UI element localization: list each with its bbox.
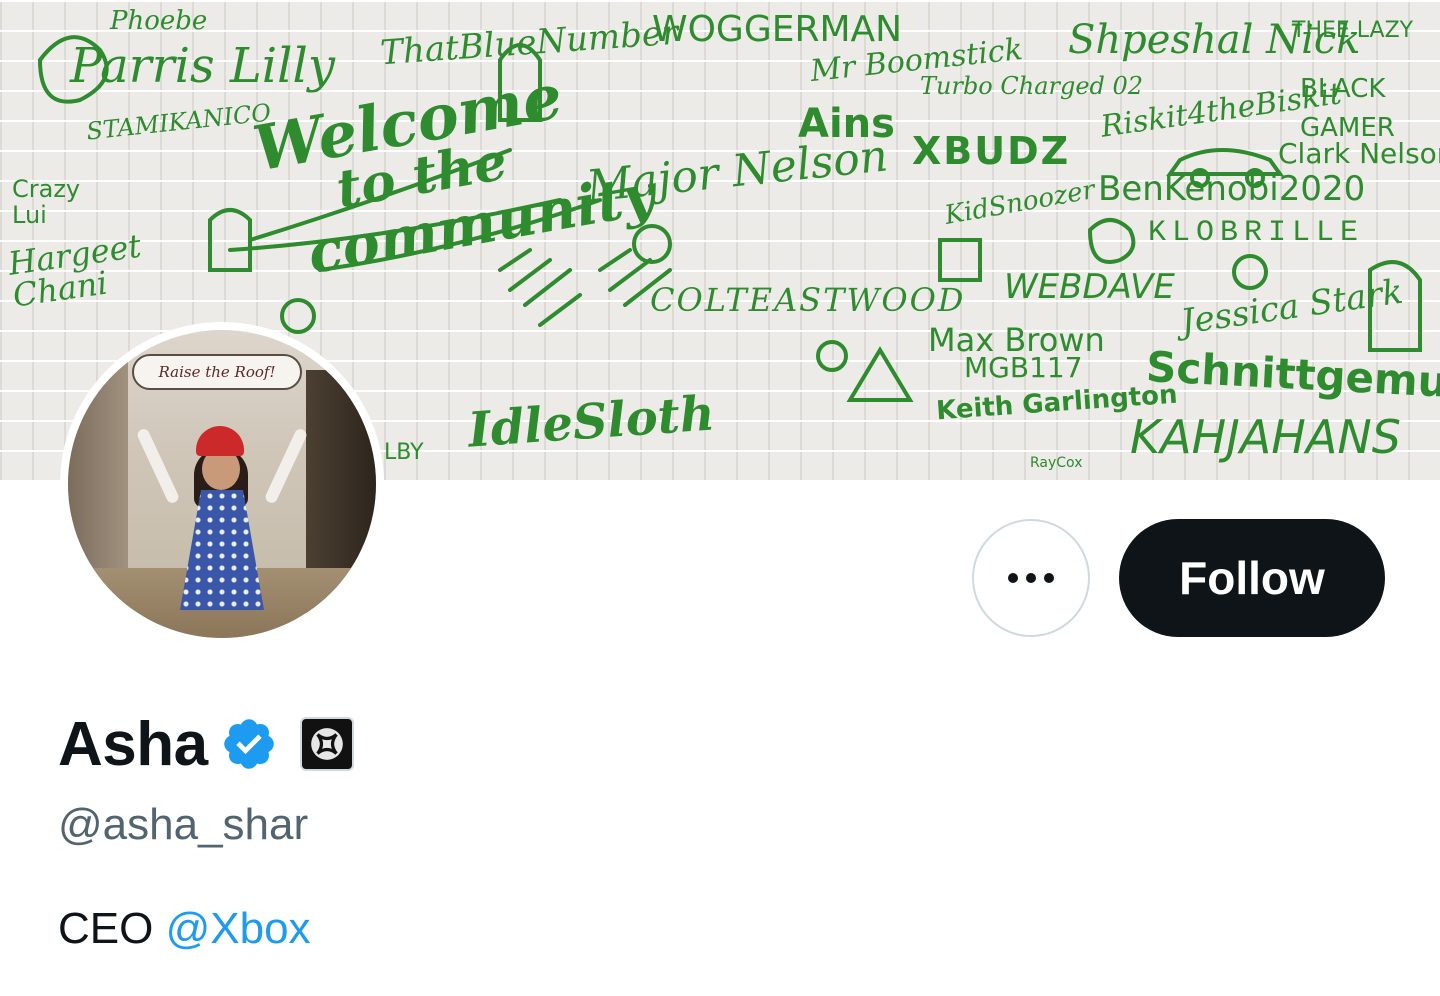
display-name: Asha [58, 709, 208, 779]
avatar-photo: Raise the Roof! [68, 330, 376, 638]
signature-mgb: MGB117 [964, 351, 1083, 384]
speech-bubble: Raise the Roof! [132, 354, 302, 390]
signature-colteastwood: COLTEASTWOOD [650, 281, 966, 319]
signature-clark: Clark Nelson [1278, 137, 1440, 170]
more-button[interactable] [972, 519, 1090, 637]
signature-raycox: RayCox [1030, 455, 1083, 471]
signature-woggerman: WOGGERMAN [652, 9, 903, 50]
more-horizontal-icon [1008, 573, 1018, 583]
signature-kahjahans: KAHJAHANS [1130, 410, 1401, 464]
bio-mention-link[interactable]: @Xbox [166, 904, 311, 953]
profile-bio: CEO @Xbox [58, 904, 311, 954]
signature-webdave: WEBDAVE [1004, 267, 1175, 307]
signature-thee-lazy: THEE LAZY [1292, 18, 1414, 43]
profile-avatar[interactable]: Raise the Roof! [60, 322, 384, 646]
signature-turbo: Turbo Charged 02 [920, 72, 1144, 100]
signature-lby: LBY [384, 440, 424, 465]
verified-badge-icon[interactable] [220, 715, 278, 773]
signature-crazy: Crazy Lui [12, 175, 81, 230]
signature-klobrille: KLOBRILLE [1148, 216, 1365, 250]
bio-text: CEO [58, 904, 166, 953]
signature-benkenobi: BenKenobi2020 [1098, 169, 1366, 209]
affiliate-badge[interactable] [299, 717, 354, 771]
signature-parris: Parris Lilly [70, 38, 335, 94]
signature-phoebe: Phoebe [110, 6, 208, 36]
profile-handle: @asha_shar [58, 800, 309, 849]
name-row: Asha [58, 706, 354, 782]
xbox-logo-icon [310, 728, 343, 760]
signature-xbudz: XBUDZ [912, 129, 1071, 173]
follow-button[interactable]: Follow [1119, 519, 1385, 637]
